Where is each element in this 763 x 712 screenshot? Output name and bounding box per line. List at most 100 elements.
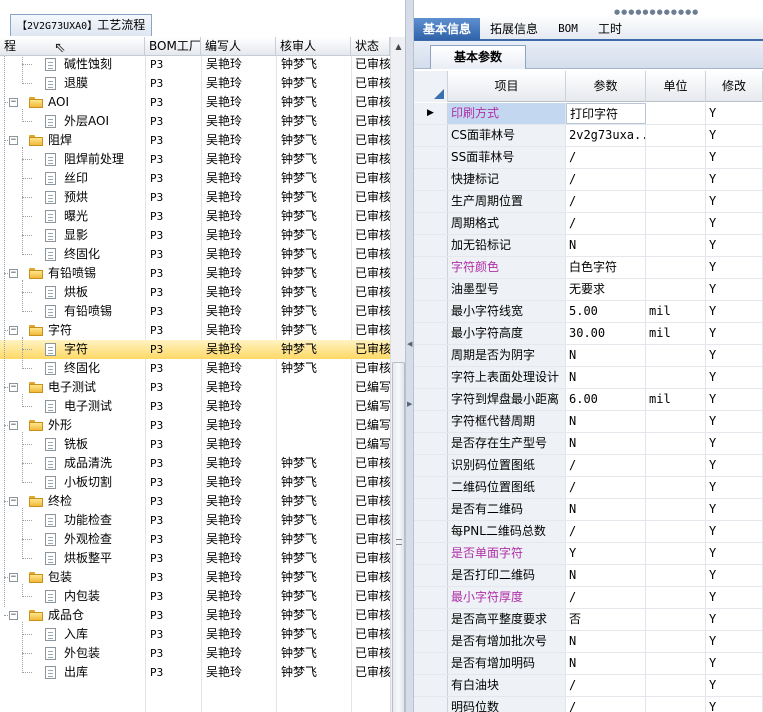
- param-row[interactable]: 是否高平整度要求否 Y: [414, 609, 763, 631]
- param-value-cell[interactable]: N: [566, 565, 646, 586]
- param-row[interactable]: 二维码位置图纸 / Y: [414, 477, 763, 499]
- param-row[interactable]: 最小字符厚度 / Y: [414, 587, 763, 609]
- row-header[interactable]: [414, 411, 448, 432]
- param-value-cell[interactable]: /: [566, 191, 646, 212]
- tree-item-row[interactable]: 功能检查 P3 吴艳玲 钟梦飞 已审核: [0, 511, 390, 530]
- param-row[interactable]: 周期格式 / Y: [414, 213, 763, 235]
- param-value-cell[interactable]: N: [566, 367, 646, 388]
- panel-splitter[interactable]: ◀ ▶: [405, 0, 414, 712]
- param-value-cell[interactable]: /: [566, 455, 646, 476]
- param-value-cell[interactable]: 否: [566, 609, 646, 630]
- param-value-cell[interactable]: N: [566, 411, 646, 432]
- param-row[interactable]: 明码位数 / Y: [414, 697, 763, 712]
- row-header[interactable]: [414, 147, 448, 168]
- row-header[interactable]: [414, 697, 448, 712]
- current-row-arrow-icon[interactable]: ▶: [414, 103, 448, 124]
- collapse-toggle-icon[interactable]: −: [9, 573, 18, 582]
- param-row[interactable]: 字符到焊盘最小距离 6.00 mil Y: [414, 389, 763, 411]
- row-header[interactable]: [414, 521, 448, 542]
- row-header[interactable]: [414, 389, 448, 410]
- row-header[interactable]: [414, 191, 448, 212]
- col-header-status[interactable]: 状态: [351, 37, 390, 56]
- param-row[interactable]: 最小字符高度 30.00 mil Y: [414, 323, 763, 345]
- param-row[interactable]: 是否存在生产型号 N Y: [414, 433, 763, 455]
- row-header[interactable]: [414, 565, 448, 586]
- collapse-toggle-icon[interactable]: −: [9, 269, 18, 278]
- param-value-cell[interactable]: N: [566, 631, 646, 652]
- param-value-cell[interactable]: 30.00: [566, 323, 646, 344]
- collapse-toggle-icon[interactable]: −: [9, 421, 18, 430]
- tree-item-row[interactable]: 曝光 P3 吴艳玲 钟梦飞 已审核: [0, 207, 390, 226]
- tree-folder-row[interactable]: − 字符 P3 吴艳玲 钟梦飞 已审核: [0, 321, 390, 340]
- collapse-toggle-icon[interactable]: −: [9, 326, 18, 335]
- tree-folder-row[interactable]: − 包装 P3 吴艳玲 钟梦飞 已审核: [0, 568, 390, 587]
- param-value-cell[interactable]: /: [566, 587, 646, 608]
- tree-item-row[interactable]: 入库 P3 吴艳玲 钟梦飞 已审核: [0, 625, 390, 644]
- tree-item-row[interactable]: 预烘 P3 吴艳玲 钟梦飞 已审核: [0, 188, 390, 207]
- tree-item-row[interactable]: 退膜 P3 吴艳玲 钟梦飞 已审核: [0, 74, 390, 93]
- process-flow-tab[interactable]: 【2V2G73UXA0】工艺流程: [10, 14, 153, 36]
- tree-item-row[interactable]: 显影 P3 吴艳玲 钟梦飞 已审核: [0, 226, 390, 245]
- row-header[interactable]: [414, 433, 448, 454]
- row-header[interactable]: [414, 675, 448, 696]
- param-row[interactable]: 是否有增加批次号 N Y: [414, 631, 763, 653]
- param-value-cell[interactable]: Y: [566, 543, 646, 564]
- tree-item-row[interactable]: 碱性蚀刻 P3 吴艳玲 钟梦飞 已审核: [0, 56, 390, 74]
- tree-item-row[interactable]: 内包装 P3 吴艳玲 钟梦飞 已审核: [0, 587, 390, 606]
- param-value-cell[interactable]: N: [566, 653, 646, 674]
- tab-work-hours[interactable]: 工时: [590, 18, 630, 40]
- tab-basic-params[interactable]: 基本参数: [430, 45, 526, 69]
- param-row[interactable]: 快捷标记 / Y: [414, 169, 763, 191]
- param-row[interactable]: 加无铅标记 N Y: [414, 235, 763, 257]
- tree-item-row[interactable]: 出库 P3 吴艳玲 钟梦飞 已审核: [0, 663, 390, 682]
- scroll-up-arrow-icon[interactable]: ▲: [391, 39, 406, 54]
- param-row[interactable]: ▶ 印刷方式 打印字符 Y: [414, 103, 763, 125]
- scrollbar-thumb[interactable]: [392, 362, 405, 712]
- row-header[interactable]: [414, 609, 448, 630]
- col-header-param[interactable]: 参数: [566, 71, 646, 102]
- tree-item-row[interactable]: 烘板整平 P3 吴艳玲 钟梦飞 已审核: [0, 549, 390, 568]
- param-value-cell[interactable]: /: [566, 169, 646, 190]
- col-header-unit[interactable]: 单位: [646, 71, 706, 102]
- col-header-process[interactable]: 程: [0, 37, 145, 56]
- param-value-cell[interactable]: /: [566, 521, 646, 542]
- col-header-reviewer[interactable]: 核审人: [276, 37, 351, 56]
- tree-item-row[interactable]: 字符 P3 吴艳玲 钟梦飞 已审核: [0, 340, 390, 359]
- tree-item-row[interactable]: 小板切割 P3 吴艳玲 钟梦飞 已审核: [0, 473, 390, 492]
- tab-extended-info[interactable]: 拓展信息: [484, 18, 544, 40]
- param-row[interactable]: 是否单面字符 Y Y: [414, 543, 763, 565]
- param-row[interactable]: 有白油块 / Y: [414, 675, 763, 697]
- row-header[interactable]: [414, 257, 448, 278]
- row-header[interactable]: [414, 279, 448, 300]
- tree-item-row[interactable]: 有铅喷锡 P3 吴艳玲 钟梦飞 已审核: [0, 302, 390, 321]
- tree-item-row[interactable]: 外层AOI P3 吴艳玲 钟梦飞 已审核: [0, 112, 390, 131]
- tree-item-row[interactable]: 成品清洗 P3 吴艳玲 钟梦飞 已审核: [0, 454, 390, 473]
- param-row[interactable]: SS面菲林号 / Y: [414, 147, 763, 169]
- row-header[interactable]: [414, 169, 448, 190]
- col-header-writer[interactable]: 编写人: [201, 37, 276, 56]
- row-header[interactable]: [414, 653, 448, 674]
- param-value-cell[interactable]: N: [566, 345, 646, 366]
- row-header[interactable]: [414, 587, 448, 608]
- collapse-toggle-icon[interactable]: −: [9, 98, 18, 107]
- row-header-corner[interactable]: [414, 71, 448, 102]
- param-value-cell[interactable]: N: [566, 499, 646, 520]
- param-row[interactable]: 周期是否为阴字 N Y: [414, 345, 763, 367]
- row-header[interactable]: [414, 477, 448, 498]
- tree-item-row[interactable]: 终固化 P3 吴艳玲 钟梦飞 已审核: [0, 245, 390, 264]
- param-value-cell[interactable]: 2v2g73uxa...: [566, 125, 646, 146]
- tree-vertical-scrollbar[interactable]: ▲: [390, 37, 405, 712]
- param-row[interactable]: 生产周期位置 / Y: [414, 191, 763, 213]
- collapse-toggle-icon[interactable]: −: [9, 611, 18, 620]
- param-value-cell[interactable]: N: [566, 235, 646, 256]
- param-value-cell[interactable]: 打印字符: [566, 103, 646, 124]
- tree-folder-row[interactable]: − AOI P3 吴艳玲 钟梦飞 已审核: [0, 93, 390, 112]
- param-row[interactable]: 油墨型号 无要求 Y: [414, 279, 763, 301]
- row-header[interactable]: [414, 323, 448, 344]
- tree-item-row[interactable]: 外包装 P3 吴艳玲 钟梦飞 已审核: [0, 644, 390, 663]
- param-row[interactable]: 字符颜色 白色字符 Y: [414, 257, 763, 279]
- col-header-item[interactable]: 项目: [448, 71, 566, 102]
- col-header-modify[interactable]: 修改: [706, 71, 763, 102]
- row-header[interactable]: [414, 213, 448, 234]
- tree-item-row[interactable]: 铣板 P3 吴艳玲 已编写: [0, 435, 390, 454]
